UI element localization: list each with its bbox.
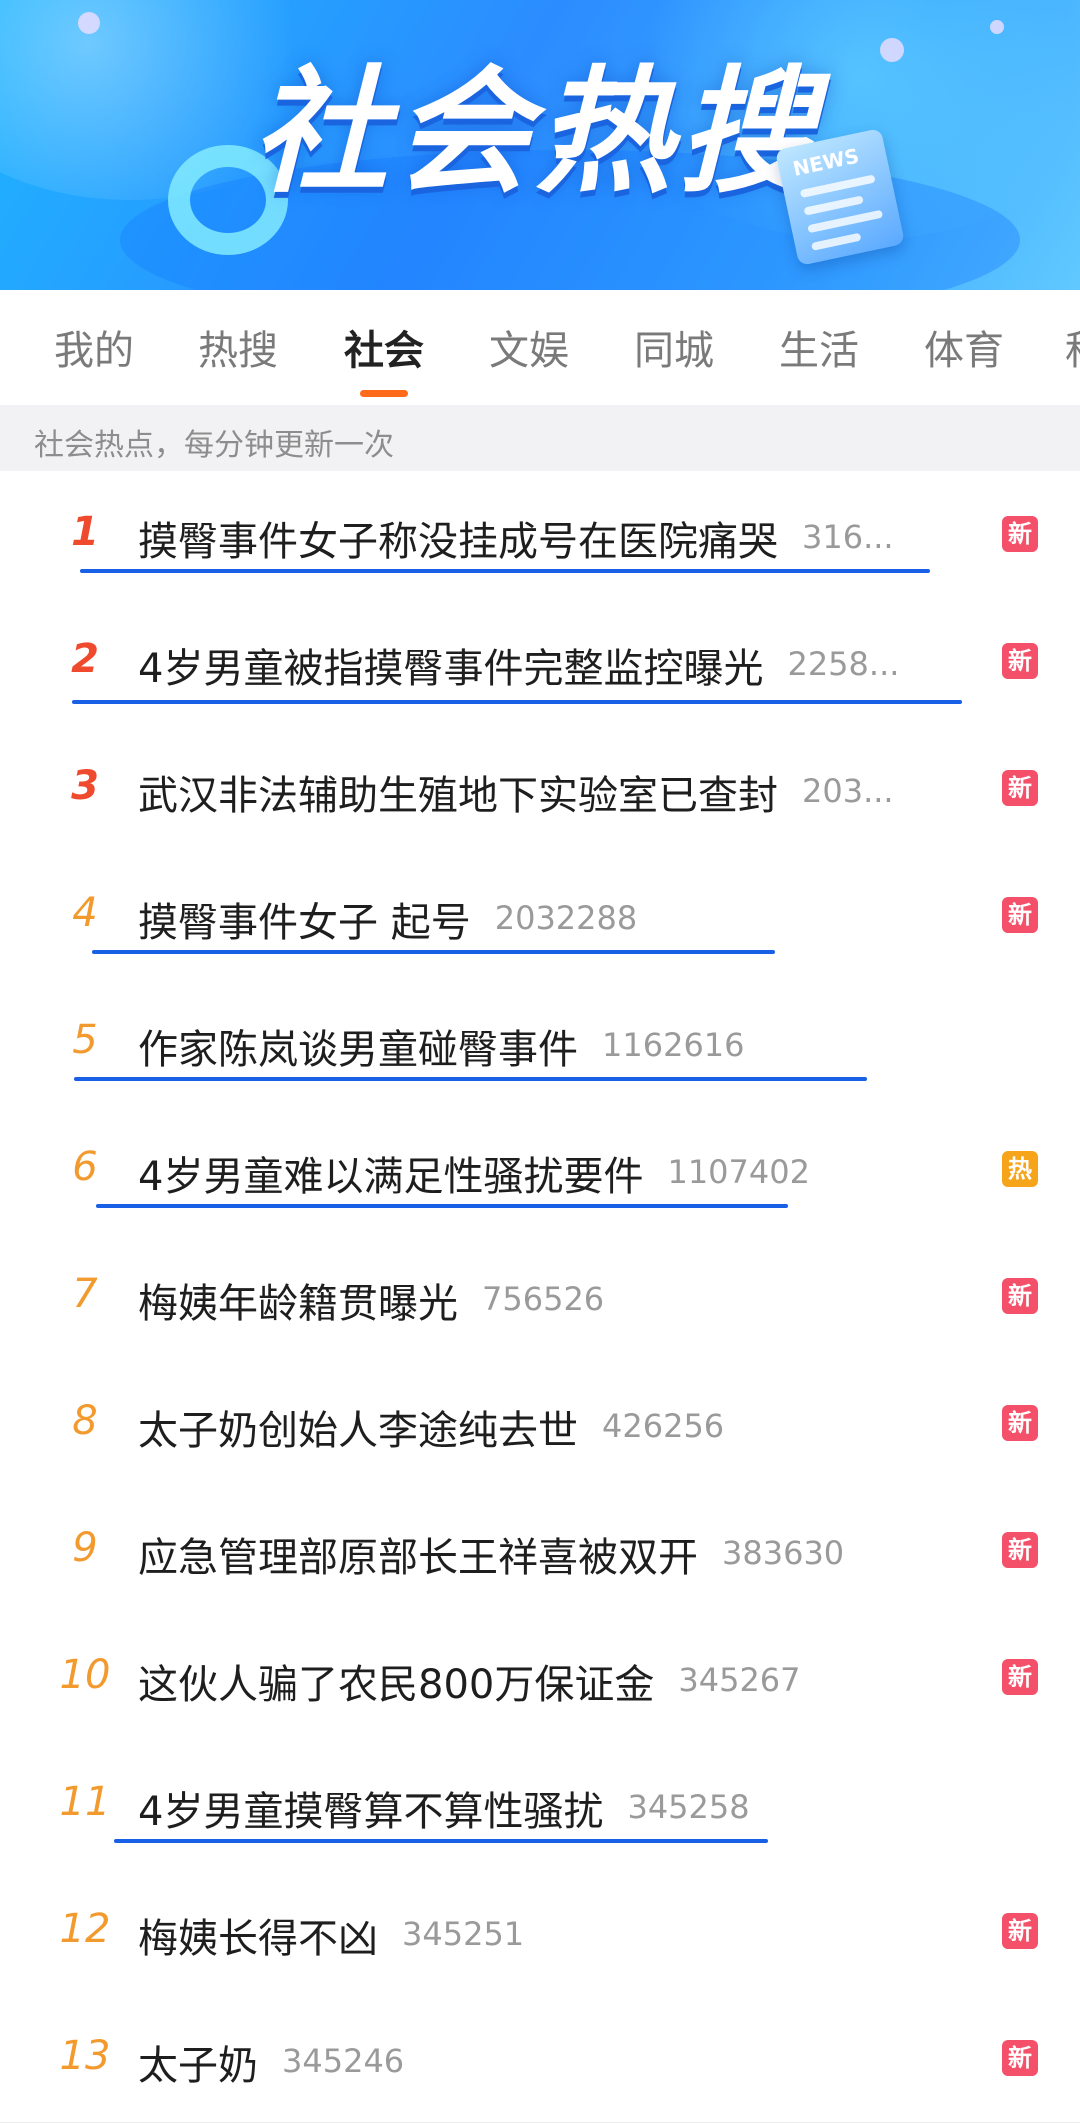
hot-search-item[interactable]: 12 梅姨长得不凶 345251 新 — [0, 1868, 1080, 1996]
new-badge: 新 — [1002, 2040, 1038, 2076]
banner-decoration — [990, 20, 1004, 34]
header-banner: 社会热搜 NEWS — [0, 0, 1080, 290]
new-badge: 新 — [1002, 1405, 1038, 1441]
rank-number: 9 — [72, 1525, 98, 1571]
hot-search-item[interactable]: 10 这伙人骗了农民800万保证金 345267 新 — [0, 1614, 1080, 1742]
rank-number: 2 — [71, 636, 99, 682]
news-label: NEWS — [790, 143, 862, 181]
new-badge: 新 — [1002, 1278, 1038, 1314]
hot-search-item[interactable]: 8 太子奶创始人李途纯去世 426256 新 — [0, 1360, 1080, 1488]
heat-count: 345258 — [627, 1788, 750, 1826]
heat-count: 345267 — [678, 1661, 801, 1699]
rank-number: 3 — [71, 763, 99, 809]
update-notice-bar: 社会热点，每分钟更新一次 — [0, 405, 1080, 471]
highlight-underline — [96, 1204, 788, 1208]
rank-number: 7 — [72, 1271, 98, 1317]
banner-decoration — [78, 12, 100, 34]
item-title[interactable]: 4岁男童难以满足性骚扰要件 — [138, 1144, 643, 1202]
rank-number: 12 — [59, 1906, 111, 1952]
item-title[interactable]: 4岁男童摸臀算不算性骚扰 — [138, 1779, 603, 1837]
item-title[interactable]: 武汉非法辅助生殖地下实验室已查封 — [138, 763, 778, 821]
highlight-underline — [72, 700, 962, 704]
rank-number: 6 — [72, 1144, 98, 1190]
item-title[interactable]: 摸臀事件女子 起号 — [138, 890, 471, 948]
tab-6[interactable]: 体育 — [924, 318, 1004, 376]
new-badge: 新 — [1002, 897, 1038, 933]
highlight-underline — [114, 1839, 768, 1843]
tab-0[interactable]: 我的 — [54, 318, 134, 376]
highlight-underline — [80, 569, 930, 573]
item-title[interactable]: 应急管理部原部长王祥喜被双开 — [138, 1525, 698, 1583]
heat-count: 2032288 — [494, 899, 638, 937]
hot-search-item[interactable]: 13 太子奶 345246 新 — [0, 1995, 1080, 2123]
category-tabs: 我的 热搜 社会 文娱 同城 生活 体育 科 — [0, 290, 1080, 405]
heat-count: 426256 — [602, 1407, 725, 1445]
hot-badge: 热 — [1002, 1151, 1038, 1187]
heat-count: 345246 — [282, 2042, 405, 2080]
banner-title: 社会热搜 — [252, 54, 820, 212]
banner-decoration — [880, 38, 904, 62]
heat-count: 1162616 — [602, 1026, 745, 1064]
hot-search-item[interactable]: 4 摸臀事件女子 起号 2032288 新 — [0, 852, 1080, 980]
rank-number: 11 — [59, 1779, 111, 1825]
hot-search-item[interactable]: 1 摸臀事件女子称没挂成号在医院痛哭 316... 新 — [0, 471, 1080, 599]
new-badge: 新 — [1002, 1532, 1038, 1568]
heat-count: 383630 — [722, 1534, 845, 1572]
hot-search-item[interactable]: 11 4岁男童摸臀算不算性骚扰 345258 — [0, 1741, 1080, 1869]
heat-count: 756526 — [482, 1280, 605, 1318]
item-title[interactable]: 梅姨年龄籍贯曝光 — [138, 1271, 458, 1329]
item-title[interactable]: 摸臀事件女子称没挂成号在医院痛哭 — [138, 509, 778, 567]
rank-number: 4 — [72, 890, 98, 936]
hot-search-item[interactable]: 7 梅姨年龄籍贯曝光 756526 新 — [0, 1233, 1080, 1361]
rank-number: 10 — [59, 1652, 111, 1698]
new-badge: 新 — [1002, 643, 1038, 679]
tab-1[interactable]: 热搜 — [198, 318, 278, 376]
item-title[interactable]: 梅姨长得不凶 — [138, 1906, 378, 1964]
active-tab-indicator — [360, 390, 408, 397]
rank-number: 8 — [72, 1398, 98, 1444]
new-badge: 新 — [1002, 1659, 1038, 1695]
hot-search-item[interactable]: 2 4岁男童被指摸臀事件完整监控曝光 2258... 新 — [0, 598, 1080, 726]
new-badge: 新 — [1002, 770, 1038, 806]
new-badge: 新 — [1002, 516, 1038, 552]
rank-number: 13 — [59, 2033, 111, 2079]
heat-count: 203... — [802, 772, 894, 810]
tab-2[interactable]: 社会 — [344, 318, 424, 376]
tab-5[interactable]: 生活 — [779, 318, 859, 376]
heat-count: 1107402 — [667, 1153, 810, 1191]
rank-number: 1 — [71, 509, 99, 555]
update-notice-text: 社会热点，每分钟更新一次 — [34, 428, 394, 463]
heat-count: 2258... — [787, 645, 900, 683]
item-title[interactable]: 太子奶创始人李途纯去世 — [138, 1398, 578, 1456]
hot-search-item[interactable]: 6 4岁男童难以满足性骚扰要件 1107402 热 — [0, 1106, 1080, 1234]
new-badge: 新 — [1002, 1913, 1038, 1949]
heat-count: 345251 — [402, 1915, 525, 1953]
hot-search-item[interactable]: 5 作家陈岚谈男童碰臀事件 1162616 — [0, 979, 1080, 1107]
item-title[interactable]: 作家陈岚谈男童碰臀事件 — [138, 1017, 578, 1075]
item-title[interactable]: 这伙人骗了农民800万保证金 — [138, 1652, 654, 1710]
item-title[interactable]: 太子奶 — [138, 2033, 258, 2091]
heat-count: 316... — [802, 518, 894, 556]
item-title[interactable]: 4岁男童被指摸臀事件完整监控曝光 — [138, 636, 763, 694]
highlight-underline — [74, 1077, 867, 1081]
tab-4[interactable]: 同城 — [634, 318, 714, 376]
rank-number: 5 — [72, 1017, 98, 1063]
tab-3[interactable]: 文娱 — [489, 318, 569, 376]
hot-search-item[interactable]: 9 应急管理部原部长王祥喜被双开 383630 新 — [0, 1487, 1080, 1615]
highlight-underline — [92, 950, 775, 954]
hot-search-item[interactable]: 3 武汉非法辅助生殖地下实验室已查封 203... 新 — [0, 725, 1080, 853]
tab-7[interactable]: 科 — [1065, 318, 1080, 376]
